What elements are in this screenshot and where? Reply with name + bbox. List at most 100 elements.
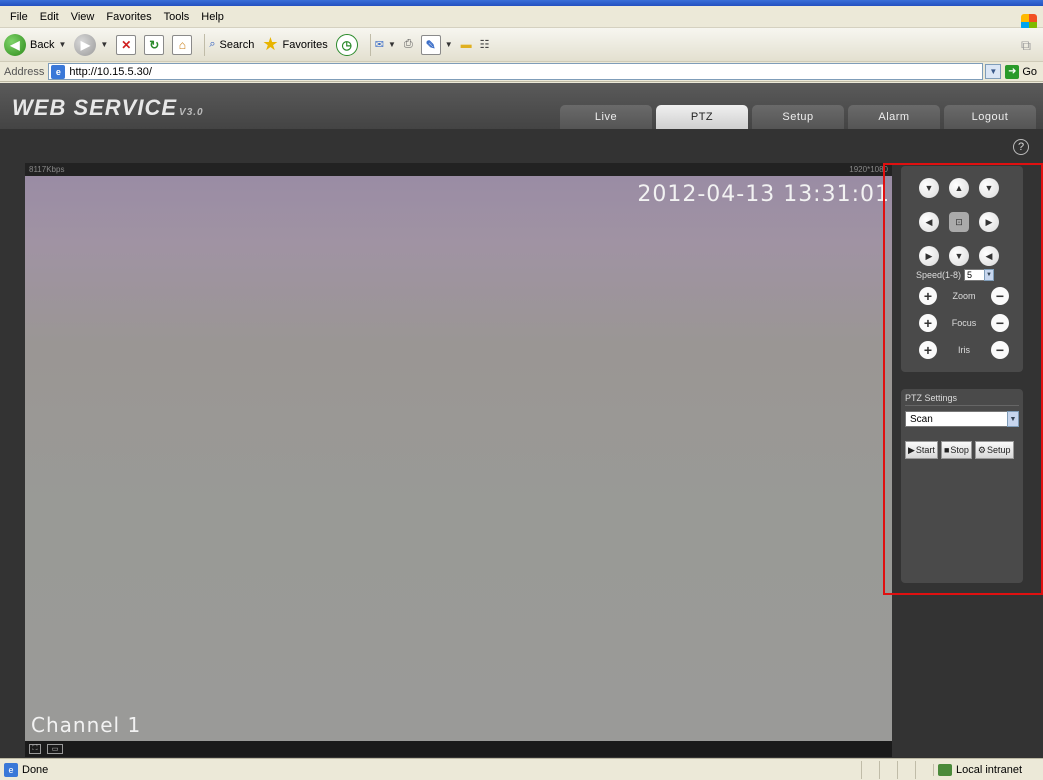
search-label: Search <box>219 38 255 51</box>
zoom-label: Zoom <box>952 291 976 301</box>
zone-label: Local intranet <box>956 763 1023 776</box>
address-input[interactable]: e http://10.15.5.30/ <box>48 63 984 80</box>
refresh-icon: ↻ <box>144 34 165 55</box>
pan-up-left-button[interactable]: ▼ <box>919 178 939 198</box>
security-zone[interactable]: Local intranet <box>933 763 1043 776</box>
web-service-page: WEB SERVICE V3.0 Live PTZ Setup Alarm Log… <box>0 83 1043 758</box>
pan-up-right-button[interactable]: ▼ <box>979 178 999 198</box>
zoom-in-button[interactable]: + <box>919 287 937 305</box>
pan-left-button[interactable]: ◀ <box>919 212 939 232</box>
mail-button[interactable]: ✉ ▼ <box>375 32 396 58</box>
start-label: Start <box>915 445 935 455</box>
fullscreen-icon[interactable]: ⛶ <box>29 744 41 754</box>
messenger-button[interactable]: ☷ <box>480 32 490 58</box>
channel-label: Channel 1 <box>31 713 142 737</box>
speed-label: Speed(1-8) <box>916 270 962 280</box>
edit-button[interactable]: ✎ ▼ <box>420 32 453 58</box>
stop-button[interactable]: ✕ <box>116 32 137 58</box>
home-button[interactable]: ⌂ <box>172 32 193 58</box>
iris-open-button[interactable]: + <box>919 341 937 359</box>
address-label: Address <box>4 65 45 78</box>
chevron-down-icon[interactable]: ▼ <box>984 269 995 281</box>
help-icon[interactable]: ? <box>1013 139 1029 155</box>
tab-ptz[interactable]: PTZ <box>656 105 748 129</box>
stop-icon: ✕ <box>116 34 137 55</box>
mail-icon: ✉ <box>374 39 384 51</box>
speed-value: 5 <box>967 270 973 280</box>
focus-near-button[interactable]: + <box>919 314 937 332</box>
ptz-control-panel: ▼ ▲ ▼ ◀ ⊡ ▶ ▶ ▼ ◀ Speed(1-8) 5 ▼ + Zoom <box>901 166 1023 372</box>
iris-close-button[interactable]: − <box>991 341 1009 359</box>
forward-dropdown-icon[interactable]: ▼ <box>100 40 108 49</box>
menu-tools[interactable]: Tools <box>158 11 196 23</box>
iris-row: + Iris − <box>919 341 1009 359</box>
video-info-bar: 8117Kbps 1920*1080 <box>25 163 892 176</box>
pan-down-right-button[interactable]: ◀ <box>979 246 999 266</box>
forward-button[interactable]: ▶ ▼ <box>74 32 108 58</box>
discuss-button[interactable]: ▬ <box>461 32 472 58</box>
chevron-down-icon[interactable]: ▼ <box>1007 411 1019 427</box>
tab-setup[interactable]: Setup <box>752 105 844 129</box>
menu-favorites[interactable]: Favorites <box>100 11 157 23</box>
edit-dropdown-icon[interactable]: ▼ <box>445 40 453 49</box>
go-button[interactable]: ➜ Go <box>1001 64 1043 79</box>
home-icon: ⌂ <box>172 34 193 55</box>
focus-row: + Focus − <box>919 314 1009 332</box>
page-icon: e <box>51 64 66 79</box>
tab-logout[interactable]: Logout <box>944 105 1036 129</box>
iris-label: Iris <box>958 345 970 355</box>
print-icon: ⎙ <box>403 38 413 50</box>
speed-select[interactable]: 5 ▼ <box>964 269 995 281</box>
zoom-out-button[interactable]: − <box>991 287 1009 305</box>
refresh-button[interactable]: ↻ <box>144 32 165 58</box>
pan-up-button[interactable]: ▲ <box>949 178 969 198</box>
status-message: e Done <box>0 762 861 777</box>
divider <box>905 405 1019 406</box>
browser-toolbar: ◀ Back ▼ ▶ ▼ ✕ ↻ ⌂ ⌕ Search ★ Favorites … <box>0 28 1043 62</box>
setup-label: Setup <box>986 445 1011 455</box>
menu-file[interactable]: File <box>4 11 34 23</box>
menu-help[interactable]: Help <box>195 11 230 23</box>
search-button[interactable]: ⌕ Search <box>209 32 254 58</box>
focus-far-button[interactable]: − <box>991 314 1009 332</box>
pan-right-button[interactable]: ▶ <box>979 212 999 232</box>
address-bar: Address e http://10.15.5.30/ ▼ ➜ Go <box>0 62 1043 82</box>
video-control-bar: ⛶ ▭ <box>25 741 892 757</box>
stop-button[interactable]: ■ Stop <box>940 441 972 459</box>
gear-icon: ⚙ <box>977 444 986 455</box>
main-tabs: Live PTZ Setup Alarm Logout <box>560 105 1036 129</box>
favorites-button[interactable]: ★ Favorites <box>262 32 327 58</box>
setup-button[interactable]: ⚙ Setup <box>974 441 1014 459</box>
pan-down-button[interactable]: ▼ <box>949 246 969 266</box>
print-button[interactable]: ⎙ <box>404 32 413 58</box>
history-icon: ◷ <box>335 33 358 56</box>
folder-icon: ▬ <box>460 38 472 51</box>
back-button[interactable]: ◀ Back ▼ <box>4 32 66 58</box>
video-viewer: 8117Kbps 1920*1080 2012-04-13 13:31:01 C… <box>25 163 892 757</box>
search-icon: ⌕ <box>209 38 216 50</box>
tab-live[interactable]: Live <box>560 105 652 129</box>
start-button[interactable]: ▶ Start <box>905 441 938 459</box>
aspect-ratio-icon[interactable]: ▭ <box>47 744 63 754</box>
address-dropdown-icon[interactable]: ▼ <box>985 64 1002 79</box>
go-arrow-icon: ➜ <box>1005 64 1020 79</box>
menu-view[interactable]: View <box>65 11 101 23</box>
research-icon[interactable]: ⧉ <box>1015 34 1037 56</box>
menu-edit[interactable]: Edit <box>34 11 65 23</box>
ptz-action-buttons: ▶ Start ■ Stop ⚙ Setup <box>905 441 1014 459</box>
back-dropdown-icon[interactable]: ▼ <box>58 40 66 49</box>
app-header: WEB SERVICE V3.0 Live PTZ Setup Alarm Log… <box>0 83 1043 129</box>
history-button[interactable]: ◷ <box>335 32 358 58</box>
page-status-icon: e <box>4 762 18 777</box>
play-icon: ▶ <box>908 444 915 455</box>
ptz-mode-select[interactable]: Scan ▼ <box>905 411 1019 427</box>
auto-pan-button[interactable]: ⊡ <box>949 212 969 232</box>
address-url: http://10.15.5.30/ <box>69 65 152 78</box>
back-arrow-icon: ◀ <box>4 33 26 56</box>
ptz-settings-title: PTZ Settings <box>905 393 958 403</box>
mail-dropdown-icon[interactable]: ▼ <box>388 40 396 49</box>
zoom-row: + Zoom − <box>919 287 1009 305</box>
video-feed[interactable]: 2012-04-13 13:31:01 Channel 1 <box>25 176 892 741</box>
tab-alarm[interactable]: Alarm <box>848 105 940 129</box>
pan-down-left-button[interactable]: ▶ <box>919 246 939 266</box>
